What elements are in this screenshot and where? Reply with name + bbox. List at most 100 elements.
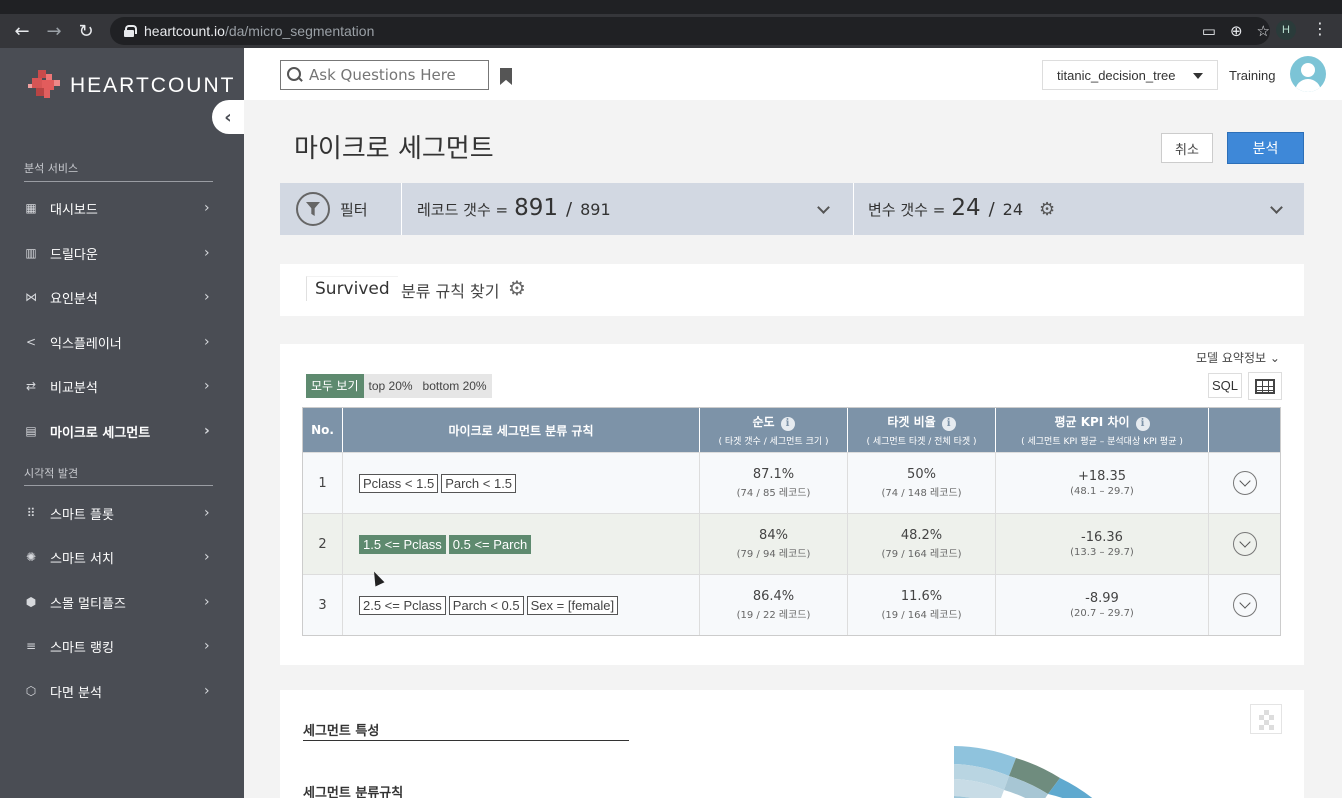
col-header-purity: 순도 i ( 타겟 갯수 / 세그먼트 크기 ) bbox=[700, 408, 848, 452]
collapse-sidebar-button[interactable]: ‹ bbox=[212, 100, 244, 134]
browser-profile[interactable]: H bbox=[1276, 20, 1296, 40]
info-icon[interactable]: i bbox=[941, 417, 956, 431]
filter-button[interactable]: 필터 bbox=[280, 183, 402, 235]
rule-chip[interactable]: Pclass < 1.5 bbox=[359, 473, 439, 493]
table-row[interactable]: 2 1.5 <= Pclass 0.5 <= Parch 84% (79 / 9… bbox=[303, 513, 1280, 574]
cast-icon[interactable]: ▭ bbox=[1202, 22, 1216, 40]
col-header-sub: ( 세그먼트 KPI 평균 – 분석대상 KPI 평균 ) bbox=[1021, 437, 1183, 447]
sidebar-item-small-multiples[interactable]: ⬢ 스몰 멀티플즈 › bbox=[0, 584, 244, 620]
sidebar-item-smart-ranking[interactable]: ≡ 스마트 랭킹 › bbox=[0, 628, 244, 664]
ratio-value: 11.6% bbox=[900, 589, 943, 604]
avatar[interactable] bbox=[1290, 56, 1326, 92]
chevron-down-icon[interactable] bbox=[1270, 201, 1283, 214]
cell-target-ratio: 50% (74 / 148 레코드) bbox=[848, 453, 996, 513]
sidebar-item-smart-search[interactable]: ✺ 스마트 서치 › bbox=[0, 539, 244, 575]
col-header-target-ratio: 타겟 비율 i ( 세그먼트 타겟 / 전체 타겟 ) bbox=[848, 408, 996, 452]
variables-count[interactable]: 변수 갯수 = 24 / 24 ⚙ bbox=[854, 183, 1304, 235]
target-description: 분류 규칙 찾기 bbox=[401, 282, 500, 301]
compare-icon: ⇄ bbox=[25, 379, 37, 393]
sidebar-item-label: 비교분석 bbox=[50, 380, 98, 396]
chevron-right-icon: › bbox=[204, 423, 210, 439]
cell-no: 2 bbox=[303, 514, 343, 574]
gear-icon[interactable]: ⚙ bbox=[508, 276, 526, 300]
zoom-icon[interactable]: ⊕ bbox=[1230, 22, 1243, 40]
chevron-left-icon: ‹ bbox=[224, 106, 232, 128]
dataset-select-value: titanic_decision_tree bbox=[1057, 67, 1176, 83]
chevron-right-icon: › bbox=[204, 245, 210, 261]
cell-no: 3 bbox=[303, 575, 343, 635]
forward-arrow-icon[interactable]: → bbox=[38, 15, 70, 47]
expand-row-button[interactable] bbox=[1232, 532, 1257, 556]
sql-button[interactable]: SQL bbox=[1208, 373, 1242, 398]
sidebar-item-factor-analysis[interactable]: ⋈ 요인분석 › bbox=[0, 279, 244, 315]
search-box[interactable] bbox=[280, 60, 489, 90]
logo[interactable]: HEARTCOUNT bbox=[28, 68, 235, 104]
kpi-detail: (48.1 – 29.7) bbox=[1070, 486, 1134, 497]
model-summary-toggle[interactable]: 모델 요약정보 ⌄ bbox=[1196, 349, 1280, 366]
vars-selected: 24 bbox=[951, 195, 981, 221]
sidebar-item-dashboard[interactable]: ▦ 대시보드 › bbox=[0, 190, 244, 226]
sidebar-item-compare[interactable]: ⇄ 비교분석 › bbox=[0, 368, 244, 404]
chevron-right-icon: › bbox=[204, 378, 210, 394]
cell-target-ratio: 48.2% (79 / 164 레코드) bbox=[848, 514, 996, 574]
rule-chip[interactable]: 2.5 <= Pclass bbox=[359, 595, 446, 615]
ratio-value: 48.2% bbox=[900, 528, 943, 543]
rule-chip[interactable]: 0.5 <= Parch bbox=[448, 534, 532, 554]
table-row[interactable]: 1 Pclass < 1.5 Parch < 1.5 87.1% (74 / 8… bbox=[303, 452, 1280, 513]
sidebar-item-label: 다면 분석 bbox=[50, 685, 102, 701]
sidebar-item-micro-segment[interactable]: ▤ 마이크로 세그먼트 › bbox=[0, 413, 244, 449]
lock-icon bbox=[124, 25, 137, 37]
expand-row-button[interactable] bbox=[1232, 471, 1257, 495]
purity-value: 87.1% bbox=[752, 467, 795, 482]
records-count[interactable]: 레코드 갯수 = 891 / 891 bbox=[402, 183, 854, 235]
search-icon bbox=[287, 67, 303, 83]
ranking-icon: ≡ bbox=[25, 639, 37, 653]
gear-icon[interactable]: ⚙ bbox=[1039, 199, 1055, 220]
chart-icon-button[interactable] bbox=[1250, 704, 1282, 734]
section-divider bbox=[303, 740, 629, 741]
rule-chip[interactable]: Parch < 1.5 bbox=[441, 473, 517, 493]
rule-chip[interactable]: 1.5 <= Pclass bbox=[359, 534, 446, 554]
address-bar[interactable]: heartcount.io/da/micro_segmentation bbox=[110, 17, 1270, 45]
factor-icon: ⋈ bbox=[25, 290, 37, 304]
chevron-down-icon[interactable] bbox=[817, 201, 830, 214]
sidebar-item-multi-facet[interactable]: ⬡ 다면 분석 › bbox=[0, 673, 244, 709]
sidebar-item-label: 스마트 랭킹 bbox=[50, 640, 114, 656]
view-tabs: 모두 보기 top 20% bottom 20% bbox=[306, 374, 492, 398]
rule-chip[interactable]: Parch < 0.5 bbox=[448, 595, 524, 615]
sidebar-item-drilldown[interactable]: ▥ 드릴다운 › bbox=[0, 235, 244, 271]
caret-down-icon bbox=[1193, 73, 1203, 79]
target-variable[interactable]: Survived bbox=[306, 276, 398, 301]
table-view-button[interactable] bbox=[1248, 372, 1282, 400]
col-header-kpi-diff: 평균 KPI 차이 i ( 세그먼트 KPI 평균 – 분석대상 KPI 평균 ) bbox=[996, 408, 1209, 452]
tab-bottom-20[interactable]: bottom 20% bbox=[418, 374, 492, 398]
cell-kpi-diff: -8.99 (20.7 – 29.7) bbox=[996, 575, 1209, 635]
tab-all[interactable]: 모두 보기 bbox=[306, 374, 364, 398]
cell-no: 1 bbox=[303, 453, 343, 513]
sidebar-item-label: 익스플레이너 bbox=[50, 336, 122, 352]
table-row[interactable]: 3 2.5 <= Pclass Parch < 0.5 Sex = [femal… bbox=[303, 574, 1280, 635]
bookmark-icon[interactable] bbox=[500, 68, 512, 85]
vars-separator: / bbox=[988, 199, 995, 220]
browser-menu-icon[interactable]: ⋮ bbox=[1312, 19, 1328, 38]
sidebar-item-label: 요인분석 bbox=[50, 291, 98, 307]
cell-expand bbox=[1209, 453, 1280, 513]
kpi-detail: (13.3 – 29.7) bbox=[1070, 547, 1134, 558]
segment-characteristics-title: 세그먼트 특성 bbox=[303, 724, 380, 739]
reload-icon[interactable]: ↻ bbox=[70, 15, 102, 47]
sidebar-item-explainer[interactable]: < 익스플레이너 › bbox=[0, 324, 244, 360]
back-arrow-icon[interactable]: ← bbox=[6, 15, 38, 47]
logo-mark-icon bbox=[28, 68, 64, 104]
star-icon[interactable]: ☆ bbox=[1257, 22, 1270, 40]
dataset-select[interactable]: titanic_decision_tree bbox=[1042, 60, 1218, 90]
top-header: titanic_decision_tree Training bbox=[244, 48, 1342, 100]
rule-chip[interactable]: Sex = [female] bbox=[526, 595, 619, 615]
cancel-button[interactable]: 취소 bbox=[1161, 133, 1213, 163]
info-icon[interactable]: i bbox=[780, 417, 795, 431]
info-icon[interactable]: i bbox=[1135, 417, 1150, 431]
sidebar-item-smart-plot[interactable]: ⠿ 스마트 플롯 › bbox=[0, 495, 244, 531]
tab-top-20[interactable]: top 20% bbox=[364, 374, 418, 398]
expand-row-button[interactable] bbox=[1232, 593, 1257, 617]
search-input[interactable] bbox=[309, 66, 479, 84]
analyze-button[interactable]: 분석 bbox=[1227, 132, 1304, 164]
